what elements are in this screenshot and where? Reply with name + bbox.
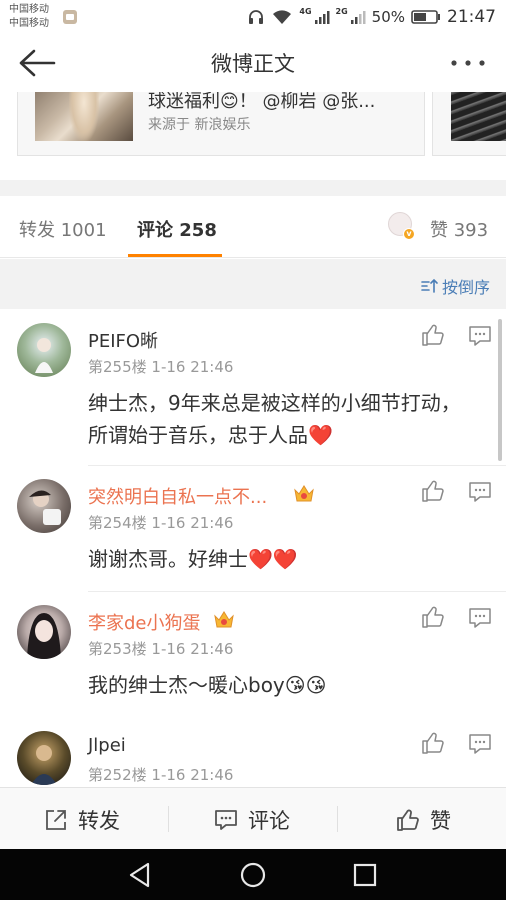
avatar[interactable] xyxy=(17,323,71,377)
interaction-tabs: 转发 1001 评论 258 赞 393 xyxy=(0,196,506,258)
network-2-label: 2G xyxy=(335,6,348,16)
comment-author[interactable]: 突然明白自私一点不... xyxy=(88,483,267,509)
tab-comment[interactable]: 评论 258 xyxy=(137,216,217,242)
comment-meta: 第255楼 1-16 21:46 xyxy=(88,358,234,376)
home-circle-icon[interactable] xyxy=(239,861,267,889)
weibo-post-detail-screen: 中国移动 中国移动 4G 2G 50% 21:47 微博正文 球迷福利😊！ @柳… xyxy=(0,0,506,900)
comment-author[interactable]: PEIFO晰 xyxy=(88,327,158,353)
comment-button[interactable]: 评论 xyxy=(214,805,290,835)
tab-like[interactable]: 赞 393 xyxy=(430,216,488,242)
sort-icon xyxy=(421,278,438,293)
vip-crown-icon xyxy=(214,611,234,628)
article-title: 球迷福利😊！ @柳岩 @张... xyxy=(148,92,376,112)
comment-meta: 第252楼 1-16 21:46 xyxy=(88,766,234,784)
carrier-labels: 中国移动 中国移动 xyxy=(9,3,49,31)
article-card[interactable]: 球迷福利😊！ @柳岩 @张... 来源于 新浪娱乐 xyxy=(17,92,425,156)
more-dots-icon[interactable] xyxy=(450,54,486,72)
thumbs-up-icon[interactable] xyxy=(421,731,445,755)
carrier-1-label: 中国移动 xyxy=(9,4,49,15)
comment-divider xyxy=(88,465,506,466)
status-icons: 4G 2G 50% 21:47 xyxy=(247,6,496,28)
vip-crown-icon xyxy=(294,485,314,502)
sort-order-button[interactable]: 按倒序 xyxy=(421,274,490,298)
comment-reply-icon[interactable] xyxy=(468,733,492,755)
headphones-icon xyxy=(249,10,264,24)
repost-label: 转发 xyxy=(78,809,120,833)
nav-bar: 微博正文 xyxy=(0,34,506,92)
thumbs-up-icon[interactable] xyxy=(421,605,445,629)
page-title: 微博正文 xyxy=(211,52,295,76)
bottom-action-bar: 转发 评论 赞 xyxy=(0,787,506,849)
like-label: 赞 xyxy=(430,809,451,833)
article-source: 来源于 新浪娱乐 xyxy=(148,117,251,133)
system-nav-bar xyxy=(0,849,506,900)
back-triangle-icon[interactable] xyxy=(126,861,154,889)
verified-badge-icon: v xyxy=(403,228,415,240)
signal-icon-2 xyxy=(350,11,366,24)
comment-reply-icon[interactable] xyxy=(468,481,492,503)
active-tab-indicator xyxy=(128,254,222,257)
comment-list[interactable]: PEIFO晰 第255楼 1-16 21:46 绅士杰，9年来总是被这样的小细节… xyxy=(0,309,506,787)
article-card-2[interactable] xyxy=(432,92,506,156)
status-bar: 中国移动 中国移动 4G 2G 50% 21:47 xyxy=(0,0,506,34)
recents-square-icon[interactable] xyxy=(351,861,379,889)
comment-meta: 第254楼 1-16 21:46 xyxy=(88,514,234,532)
comment-reply-icon[interactable] xyxy=(468,607,492,629)
sort-order-label: 按倒序 xyxy=(441,278,490,297)
comment-reply-icon[interactable] xyxy=(468,325,492,347)
notification-app-icon xyxy=(63,10,77,24)
scrollbar[interactable] xyxy=(498,319,502,461)
like-button[interactable]: 赞 xyxy=(396,805,451,835)
comment-text: 绅士杰，9年来总是被这样的小细节打动，所谓始于音乐，忠于人品❤️ xyxy=(88,391,461,447)
thumbs-up-icon[interactable] xyxy=(421,479,445,503)
comment-divider xyxy=(88,591,506,592)
avatar[interactable] xyxy=(17,479,71,533)
network-1-label: 4G xyxy=(299,6,312,16)
article-thumbnail-2 xyxy=(451,92,506,141)
comment-author[interactable]: 李家de小狗蛋 xyxy=(88,609,201,635)
thumbs-up-icon xyxy=(397,809,419,831)
section-divider xyxy=(0,180,506,196)
sort-bar: 按倒序 xyxy=(0,259,506,309)
action-separator xyxy=(337,806,338,832)
comment-text: 我的绅士杰～暖心boy😘😘 xyxy=(88,673,327,697)
avatar[interactable] xyxy=(17,731,71,785)
comment-icon xyxy=(215,810,237,830)
wifi-icon xyxy=(273,10,292,24)
comment-text: 谢谢杰哥。好绅士❤️❤️ xyxy=(88,547,298,571)
action-separator xyxy=(168,806,169,832)
battery-percent: 50% xyxy=(371,8,405,26)
comment-author[interactable]: Jlpei xyxy=(88,735,126,756)
clock: 21:47 xyxy=(447,7,496,27)
article-thumbnail xyxy=(35,92,133,141)
repost-icon xyxy=(46,810,66,830)
tab-repost[interactable]: 转发 1001 xyxy=(19,216,107,242)
avatar[interactable] xyxy=(17,605,71,659)
embedded-cards: 球迷福利😊！ @柳岩 @张... 来源于 新浪娱乐 xyxy=(0,92,506,180)
carrier-2-label: 中国移动 xyxy=(9,18,49,29)
repost-button[interactable]: 转发 xyxy=(44,805,120,835)
signal-icon-1 xyxy=(314,11,330,24)
battery-icon xyxy=(411,10,440,24)
comment-meta: 第253楼 1-16 21:46 xyxy=(88,640,234,658)
comment-label: 评论 xyxy=(248,809,290,833)
thumbs-up-icon[interactable] xyxy=(421,323,445,347)
